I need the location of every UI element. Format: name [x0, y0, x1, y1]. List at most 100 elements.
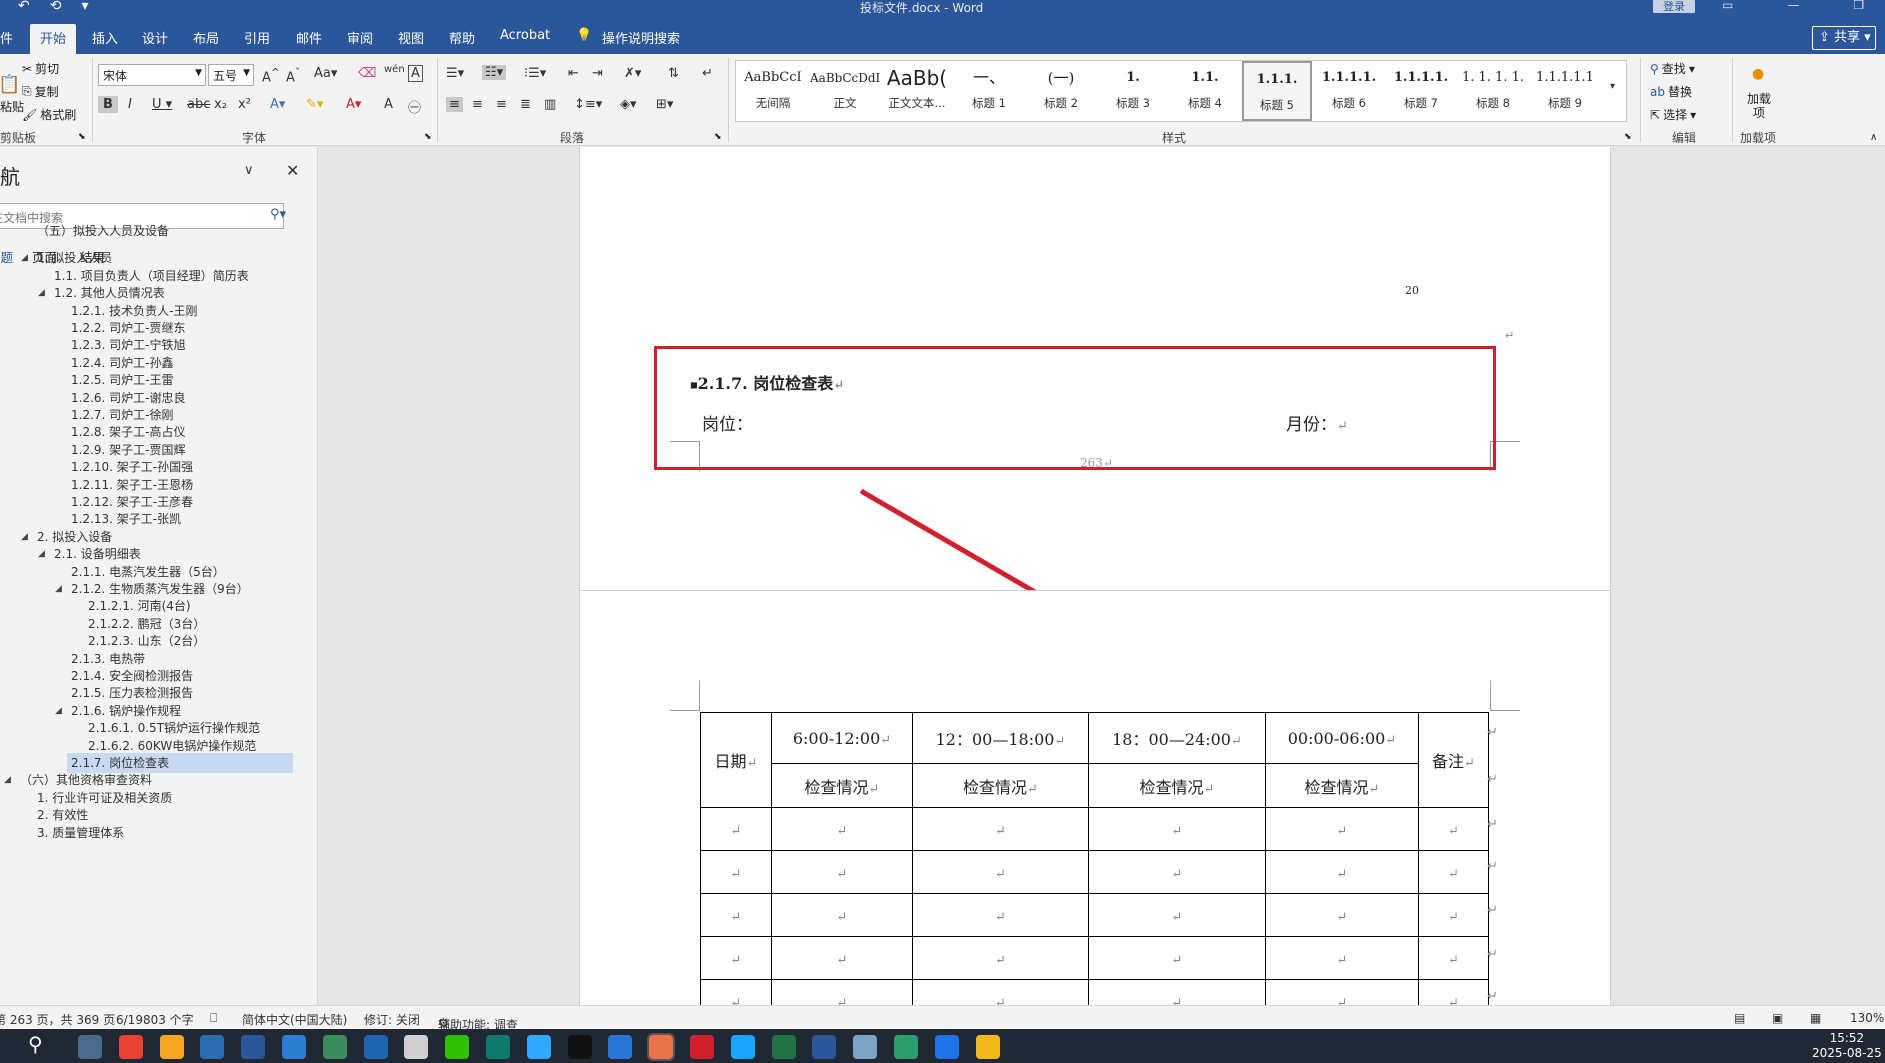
- time-slot-cell[interactable]: 12：00—18:00↵: [912, 712, 1089, 764]
- font-launcher-icon[interactable]: ⬊: [424, 132, 432, 142]
- line-spacing-icon[interactable]: ↕≡▾: [574, 97, 602, 112]
- asian-layout-icon[interactable]: ✗▾: [624, 66, 641, 81]
- table-cell[interactable]: ↵: [771, 893, 913, 937]
- calculator-icon[interactable]: [78, 1035, 102, 1059]
- customize-qa-icon[interactable]: ▾: [81, 0, 88, 14]
- sort-icon[interactable]: ⇅: [668, 66, 679, 81]
- text-effects-icon[interactable]: A▾: [270, 97, 285, 112]
- increase-indent-icon[interactable]: ⇥: [592, 66, 603, 81]
- style-heading-7[interactable]: 1.1.1.1. 标题 7: [1386, 61, 1456, 121]
- strikethrough-icon[interactable]: abc: [187, 97, 210, 112]
- clipboard-launcher-icon[interactable]: ⬊: [78, 132, 86, 142]
- format-painter-button[interactable]: 🖌 格式刷: [22, 106, 76, 123]
- nav-heading-item[interactable]: （五）拟投入人员及设备: [33, 221, 173, 241]
- table-cell[interactable]: ↵: [1088, 893, 1266, 937]
- nav-options-chevron-icon[interactable]: ∨: [244, 163, 254, 178]
- table-cell[interactable]: ↵: [912, 893, 1089, 937]
- shading-icon[interactable]: ◈▾: [620, 97, 637, 112]
- copy-button[interactable]: ⎘ 复制: [22, 83, 59, 100]
- italic-icon[interactable]: I: [128, 97, 132, 112]
- minimize-icon[interactable]: —: [1787, 0, 1799, 12]
- vpn-icon[interactable]: [363, 1035, 388, 1059]
- word-icon[interactable]: [812, 1035, 837, 1059]
- expand-caret-icon[interactable]: ◢: [55, 706, 62, 716]
- style-heading-5[interactable]: 1.1.1. 标题 5: [1242, 61, 1312, 121]
- table-cell[interactable]: ↵: [771, 979, 913, 1005]
- pen-icon[interactable]: [853, 1035, 878, 1059]
- clock[interactable]: 15:52 2025-08-25: [1812, 1031, 1882, 1061]
- bullets-icon[interactable]: ☰▾: [446, 66, 464, 81]
- login-button[interactable]: 登录: [1653, 0, 1695, 13]
- style-heading-1[interactable]: 一、 标题 1: [954, 61, 1024, 121]
- select-button[interactable]: ⇱ 选择 ▾: [1650, 106, 1696, 123]
- paste-label[interactable]: 粘贴: [0, 98, 24, 115]
- expand-caret-icon[interactable]: ◢: [55, 584, 62, 594]
- table-cell[interactable]: ↵: [1265, 850, 1419, 894]
- justify-icon[interactable]: ≣: [520, 97, 531, 112]
- decrease-indent-icon[interactable]: ⇤: [568, 66, 579, 81]
- table-cell[interactable]: ↵: [1418, 893, 1489, 937]
- nav-heading-item[interactable]: 3. 质量管理体系: [33, 823, 128, 843]
- style-heading-9[interactable]: 1.1.1.1.1 标题 9: [1530, 61, 1600, 121]
- table-cell[interactable]: ↵: [912, 936, 1089, 980]
- zoom-level[interactable]: 130%: [1850, 1011, 1884, 1025]
- network-icon[interactable]: [322, 1035, 347, 1059]
- expand-caret-icon[interactable]: ◢: [4, 775, 11, 785]
- print-layout-icon[interactable]: ▣: [1772, 1011, 1783, 1025]
- table-cell[interactable]: ↵: [1418, 850, 1489, 894]
- table-cell[interactable]: ↵: [771, 936, 913, 980]
- table-cell[interactable]: ↵: [1265, 979, 1419, 1005]
- table-cell[interactable]: ↵: [1088, 936, 1266, 980]
- fish-icon[interactable]: [608, 1035, 633, 1059]
- check-status-header[interactable]: 检查情况↵: [912, 763, 1089, 808]
- tell-me-search[interactable]: 操作说明搜索: [602, 28, 680, 47]
- track-changes[interactable]: 修订: 关闭: [364, 1011, 420, 1028]
- styles-more-icon[interactable]: ▾: [1610, 81, 1615, 92]
- paste-icon[interactable]: 📋: [0, 74, 20, 95]
- nav-tab-headings[interactable]: 标题: [0, 247, 13, 266]
- notepad-icon[interactable]: [404, 1035, 429, 1059]
- table-cell[interactable]: ↵: [700, 893, 772, 937]
- time-slot-cell[interactable]: 6:00-12:00↵: [771, 712, 913, 764]
- search-app-icon[interactable]: [647, 1033, 676, 1061]
- store-icon[interactable]: [241, 1035, 266, 1059]
- undo-icon[interactable]: ↶: [18, 0, 30, 14]
- grow-font-icon[interactable]: A^: [262, 66, 280, 85]
- read-mode-icon[interactable]: ▤: [1734, 1011, 1745, 1025]
- tab-home[interactable]: 开始: [30, 24, 77, 54]
- addins-icon[interactable]: ●: [1752, 66, 1764, 82]
- chrome-icon[interactable]: [118, 1035, 143, 1059]
- table-cell[interactable]: ↵: [1418, 807, 1489, 851]
- collapse-ribbon-icon[interactable]: ∧: [1870, 132, 1877, 143]
- tab-mailings[interactable]: 邮件: [296, 28, 322, 47]
- font-color-icon[interactable]: A▾: [346, 97, 361, 112]
- redo-icon[interactable]: ⟲: [50, 0, 62, 14]
- char-border-icon[interactable]: A: [408, 65, 423, 82]
- date-header-cell[interactable]: 日期↵: [700, 712, 772, 808]
- table-cell[interactable]: ↵: [1088, 807, 1266, 851]
- table-cell[interactable]: ↵: [700, 936, 772, 980]
- show-marks-icon[interactable]: ↵: [702, 66, 713, 81]
- style-heading-8[interactable]: 1. 1. 1. 1. 标题 8: [1458, 61, 1528, 121]
- proofing-icon[interactable]: ⎕: [210, 1011, 217, 1026]
- browser-icon[interactable]: [282, 1035, 306, 1059]
- paragraph-launcher-icon[interactable]: ⬊: [714, 132, 722, 142]
- expand-caret-icon[interactable]: ◢: [21, 532, 28, 542]
- check-status-header[interactable]: 检查情况↵: [771, 763, 913, 808]
- multilevel-list-icon[interactable]: ⁝☰▾: [524, 66, 546, 81]
- style-no-spacing[interactable]: AaBbCcI 无间隔: [738, 61, 808, 121]
- time-slot-cell[interactable]: 00:00-06:00↵: [1265, 712, 1419, 764]
- edge-icon[interactable]: [486, 1035, 510, 1059]
- underline-icon[interactable]: U ▾: [152, 97, 172, 112]
- align-right-icon[interactable]: ≡: [496, 97, 507, 112]
- photos-icon[interactable]: [159, 1035, 184, 1059]
- table-cell[interactable]: ↵: [771, 850, 913, 894]
- distribute-icon[interactable]: ▥: [544, 97, 556, 112]
- table-cell[interactable]: ↵: [912, 850, 1089, 894]
- app-icon[interactable]: [200, 1035, 225, 1059]
- tab-review[interactable]: 审阅: [347, 28, 373, 47]
- search-icon[interactable]: ⚲▾: [270, 207, 286, 222]
- check-status-header[interactable]: 检查情况↵: [1088, 763, 1266, 808]
- expand-caret-icon[interactable]: ◢: [38, 549, 45, 559]
- qq-browser-icon[interactable]: [730, 1035, 755, 1059]
